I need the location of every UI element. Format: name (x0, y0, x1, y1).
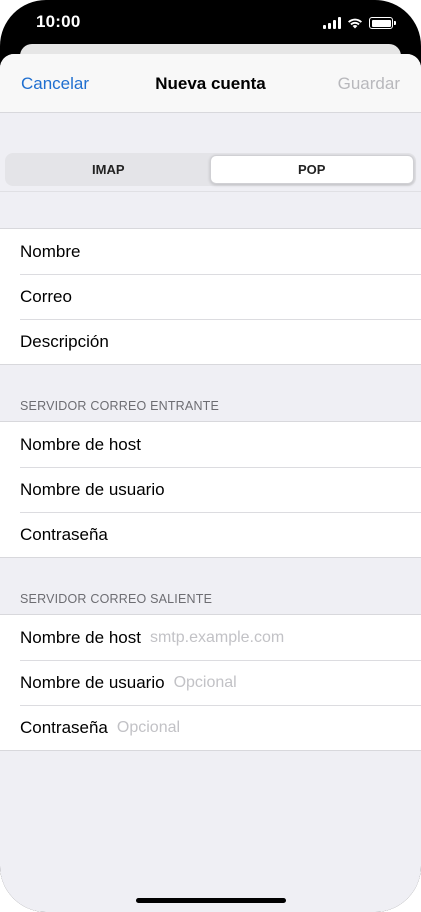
phone-frame: 10:00 Cancelar Nueva cuenta Guardar IMAP… (0, 0, 421, 912)
navigation-bar: Cancelar Nueva cuenta Guardar (0, 54, 421, 113)
incoming-group: Nombre de host Nombre de usuario Contras… (0, 421, 421, 558)
email-label: Correo (20, 286, 72, 306)
notch (108, 0, 313, 30)
outgoing-hostname-placeholder: smtp.example.com (149, 628, 285, 646)
segment-imap[interactable]: IMAP (7, 155, 210, 184)
outgoing-password-placeholder: Opcional (116, 718, 181, 736)
outgoing-username-field[interactable]: Nombre de usuario Opcional (0, 660, 421, 705)
home-indicator[interactable] (136, 898, 286, 903)
email-field[interactable]: Correo (0, 274, 421, 319)
incoming-password-label: Contraseña (20, 524, 108, 544)
outgoing-username-label: Nombre de usuario (20, 672, 165, 692)
segment-area: IMAP POP (0, 113, 421, 192)
name-label: Nombre (20, 241, 81, 261)
outgoing-username-placeholder: Opcional (173, 673, 237, 691)
description-label: Descripción (20, 331, 109, 351)
incoming-username-field[interactable]: Nombre de usuario (0, 467, 421, 512)
wifi-icon (347, 17, 363, 29)
segment-pop[interactable]: POP (209, 155, 414, 184)
battery-icon (369, 17, 396, 29)
protocol-segmented-control: IMAP POP (5, 153, 416, 186)
outgoing-password-field[interactable]: Contraseña Opcional (0, 705, 421, 750)
status-bar: 10:00 (0, 0, 421, 44)
incoming-password-field[interactable]: Contraseña (0, 512, 421, 557)
status-icons (323, 15, 396, 29)
status-time: 10:00 (36, 12, 81, 31)
incoming-username-label: Nombre de usuario (20, 479, 165, 499)
outgoing-section-header: SERVIDOR CORREO SALIENTE (20, 592, 213, 606)
incoming-section-header: SERVIDOR CORREO ENTRANTE (20, 399, 220, 413)
outgoing-password-label: Contraseña (20, 717, 108, 737)
cellular-signal-icon (323, 17, 341, 29)
incoming-hostname-field[interactable]: Nombre de host (0, 422, 421, 467)
save-button[interactable]: Guardar (338, 74, 400, 94)
outgoing-hostname-field[interactable]: Nombre de host smtp.example.com (0, 615, 421, 660)
description-field[interactable]: Descripción (0, 319, 421, 364)
outgoing-hostname-label: Nombre de host (20, 627, 141, 647)
outgoing-group: Nombre de host smtp.example.com Nombre d… (0, 614, 421, 751)
new-account-sheet: Cancelar Nueva cuenta Guardar IMAP POP N… (0, 54, 421, 912)
account-group: Nombre Correo Descripción (0, 228, 421, 365)
name-field[interactable]: Nombre (0, 229, 421, 274)
incoming-hostname-label: Nombre de host (20, 434, 141, 454)
